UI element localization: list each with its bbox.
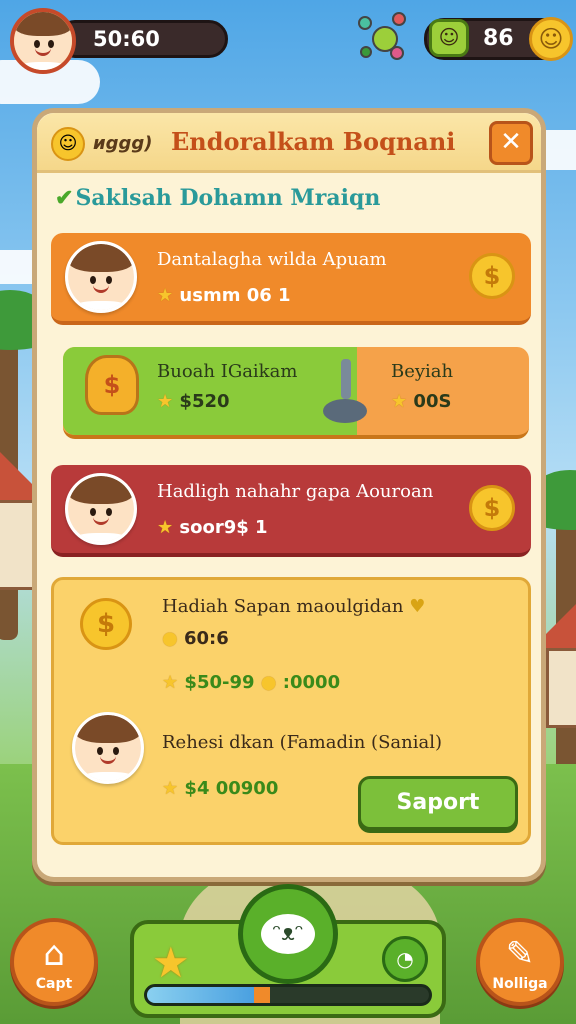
row-title: Dantalagha wilda Apuam <box>157 249 387 270</box>
friends-icon[interactable] <box>358 12 408 62</box>
dollar-coin-stack-icon: $ <box>80 598 132 650</box>
reward-second-value: ★ $4 00900 <box>162 778 278 799</box>
star-icon: ★ <box>162 672 179 693</box>
smile-coin-icon[interactable]: ☺ <box>529 17 573 61</box>
star-icon[interactable]: ★ <box>152 938 190 987</box>
row-left-value: ★ $520 <box>157 391 230 412</box>
player-avatar[interactable] <box>10 8 76 74</box>
reward-bonus-text: :0000 <box>282 672 341 693</box>
money-bag-icon: $ <box>85 355 139 415</box>
star-icon: ★ <box>157 517 174 538</box>
dollar-coin-icon[interactable]: $ <box>469 253 515 299</box>
reward-range: ★ $50-99 ● :0000 <box>162 672 340 693</box>
camp-button[interactable]: ⌂ Capt <box>10 918 98 1006</box>
pencil-icon: ✎ <box>505 934 535 974</box>
reward-second-title: Rehesi dkan (Famadin (Sanial) <box>162 732 443 753</box>
panel-header: ☺ иggg) Endoralkam Boqnani ✕ <box>37 113 541 173</box>
row-sub-text: soor9$ 1 <box>179 517 268 538</box>
close-button[interactable]: ✕ <box>489 121 533 165</box>
coin-icon: ● <box>162 628 178 649</box>
progress-bar <box>144 984 432 1006</box>
header-prefix: иggg) <box>93 133 153 154</box>
reward-row-2[interactable]: $ Buoah IGaikam ★ $520 Beyiah ★ 00S <box>63 347 529 439</box>
support-button[interactable]: Saport <box>358 776 518 830</box>
row-subtitle: ★ usmm 06 1 <box>157 285 291 306</box>
reward-second-value-text: $4 00900 <box>184 778 279 799</box>
character-avatar <box>72 712 144 784</box>
row-right-value: ★ 00S <box>391 391 451 412</box>
timer-icon[interactable]: ◔ <box>382 936 428 982</box>
character-avatar <box>65 241 137 313</box>
star-icon: ★ <box>157 391 174 412</box>
row-right-value-text: 00S <box>413 391 452 412</box>
subtitle-text: Saklsah Dohamn Mraiqn <box>75 185 381 211</box>
main-action-button[interactable]: ᵔᴥᵔ <box>238 884 338 984</box>
star-icon: ★ <box>391 391 408 412</box>
badge-icon: ☺ <box>51 127 85 161</box>
reward-title: Hadiah Sapan maoulgidan ♥ <box>162 596 425 617</box>
row-title: Hadligh nahahr gapa Aouroan <box>157 481 434 502</box>
row-left-title: Buoah IGaikam <box>157 361 298 382</box>
house <box>546 648 576 728</box>
row-subtitle: ★ soor9$ 1 <box>157 517 268 538</box>
star-icon: ★ <box>157 285 174 306</box>
avatar-face-icon <box>14 12 72 70</box>
camp-label: Capt <box>35 976 73 992</box>
star-icon: ★ <box>162 778 179 799</box>
settings-button[interactable]: ✎ Nolliga <box>476 918 564 1006</box>
panel-subtitle: ✔Saklsah Dohamn Mraiqn <box>55 185 380 211</box>
house <box>0 500 36 590</box>
reward-amount-text: 60:6 <box>184 628 229 649</box>
row-left-value-text: $520 <box>179 391 230 412</box>
progress-fill <box>147 987 271 1003</box>
settings-label: Nolliga <box>492 976 548 992</box>
row-sub-text: usmm 06 1 <box>179 285 291 306</box>
rewards-panel: ☺ иggg) Endoralkam Boqnani ✕ ✔Saklsah Do… <box>32 108 546 882</box>
timer-display: 50:60 <box>56 20 228 58</box>
dollar-coin-icon[interactable]: $ <box>469 485 515 531</box>
heart-icon: ♥ <box>409 596 426 617</box>
reward-details-card: $ Hadiah Sapan maoulgidan ♥ ● 60:6 ★ $50… <box>51 577 531 845</box>
timer-text: 50:60 <box>93 27 160 51</box>
reward-title-text: Hadiah Sapan maoulgidan <box>162 596 404 617</box>
creature-icon: ᵔᴥᵔ <box>261 914 315 954</box>
reward-row-1[interactable]: Dantalagha wilda Apuam ★ usmm 06 1 $ <box>51 233 531 325</box>
reward-row-3[interactable]: Hadligh nahahr gapa Aouroan ★ soor9$ 1 $ <box>51 465 531 557</box>
reward-range-text: $50-99 <box>184 672 255 693</box>
coin-counter: ☺ 86 ☺ <box>424 17 573 61</box>
home-icon: ⌂ <box>43 934 65 974</box>
checkmark-icon: ✔ <box>55 185 74 211</box>
reward-amount: ● 60:6 <box>162 628 229 649</box>
gift-icon[interactable]: ☺ <box>429 19 469 57</box>
coin-icon: ● <box>260 672 277 693</box>
row-right-title: Beyiah <box>391 361 454 382</box>
bottom-tray: ★ ᵔᴥᵔ ◔ <box>130 884 446 1018</box>
panel-title: Endoralkam Boqnani <box>171 127 456 156</box>
coin-count: 86 <box>483 26 514 51</box>
joystick-icon <box>323 359 367 423</box>
character-avatar <box>65 473 137 545</box>
